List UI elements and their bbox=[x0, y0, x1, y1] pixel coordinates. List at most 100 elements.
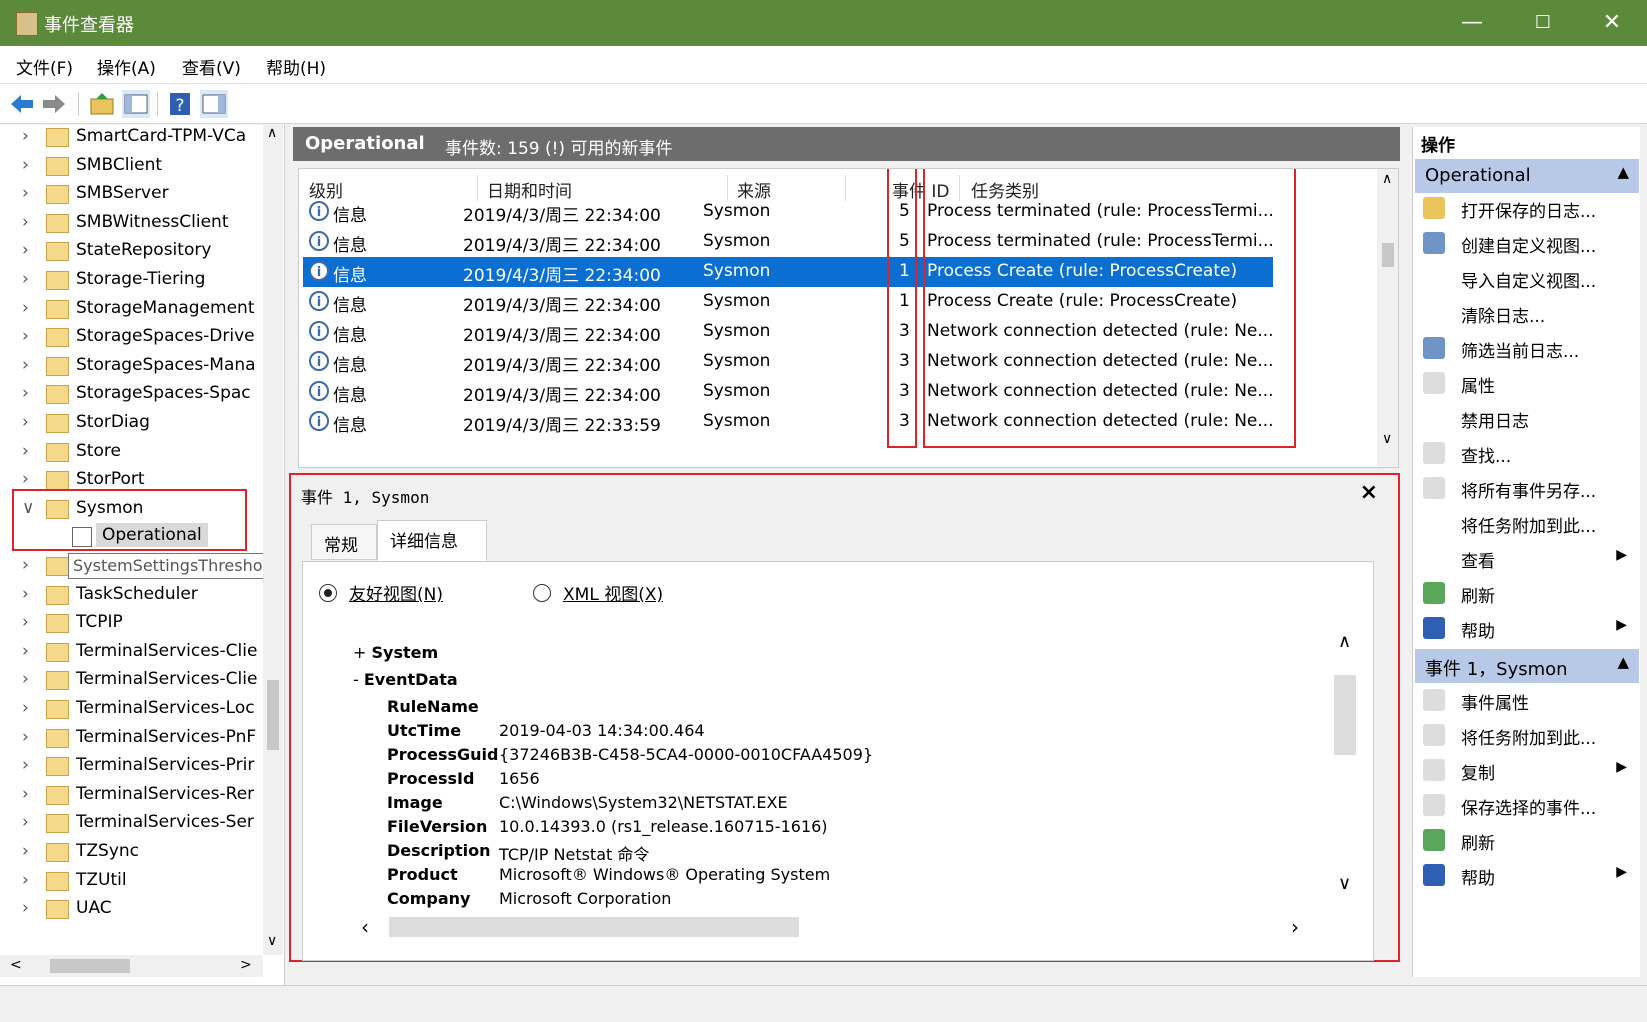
show-hide-console-tree-icon[interactable] bbox=[122, 90, 150, 118]
detail-horizontal-scrollbar[interactable]: ‹ › bbox=[337, 915, 1337, 939]
action-item[interactable]: 将任务附加到此... bbox=[1413, 718, 1639, 752]
tree-item[interactable]: › StorageSpaces-Drive bbox=[0, 323, 265, 353]
detail-hscroll-thumb[interactable] bbox=[389, 917, 799, 937]
action-item[interactable]: 导入自定义视图... bbox=[1413, 261, 1639, 295]
tree-item[interactable]: › TerminalServices-Loc bbox=[0, 695, 265, 725]
maximize-button[interactable]: ☐ bbox=[1508, 0, 1578, 46]
chevron-right-icon[interactable]: › bbox=[22, 784, 29, 804]
tree-item[interactable]: › Storage-Tiering bbox=[0, 266, 265, 296]
chevron-right-icon[interactable]: › bbox=[22, 326, 29, 346]
scroll-up-icon[interactable]: ∧ bbox=[1338, 631, 1351, 652]
tab-details[interactable]: 详细信息 bbox=[377, 520, 487, 561]
action-item[interactable]: 查找... bbox=[1413, 436, 1639, 470]
action-item[interactable]: 查看 ▶ bbox=[1413, 541, 1639, 575]
chevron-right-icon[interactable]: › bbox=[22, 441, 29, 461]
xml-view-label[interactable]: XML 视图(X) bbox=[563, 580, 663, 605]
help-icon[interactable]: ? bbox=[166, 90, 194, 118]
action-item[interactable]: 刷新 bbox=[1413, 576, 1639, 610]
menu-view[interactable]: 查看(V) bbox=[182, 54, 241, 79]
chevron-right-icon[interactable]: › bbox=[22, 584, 29, 604]
minimize-button[interactable]: — bbox=[1437, 0, 1507, 46]
chevron-right-icon[interactable]: › bbox=[22, 126, 29, 146]
action-item[interactable]: 帮助 ▶ bbox=[1413, 611, 1639, 645]
scroll-left-icon[interactable]: ‹ bbox=[361, 915, 369, 939]
actions-section-event[interactable]: 事件 1，Sysmon ▲ bbox=[1415, 649, 1639, 683]
folder-up-icon[interactable] bbox=[88, 90, 116, 118]
back-arrow-icon[interactable] bbox=[8, 90, 36, 118]
tree-item[interactable]: › SmartCard-TPM-VCa bbox=[0, 123, 265, 153]
chevron-right-icon[interactable]: › bbox=[22, 755, 29, 775]
scroll-up-icon[interactable]: ∧ bbox=[267, 125, 277, 141]
action-item[interactable]: 将所有事件另存... bbox=[1413, 471, 1639, 505]
tree-item[interactable]: › TerminalServices-Ser bbox=[0, 809, 265, 839]
action-item[interactable]: 事件属性 bbox=[1413, 683, 1639, 717]
tree-item[interactable]: › TZSync bbox=[0, 838, 265, 868]
friendly-view-radio[interactable] bbox=[319, 584, 337, 602]
scroll-right-icon[interactable]: > bbox=[240, 957, 252, 973]
menu-help[interactable]: 帮助(H) bbox=[266, 54, 326, 79]
chevron-right-icon[interactable]: › bbox=[22, 641, 29, 661]
action-item[interactable]: 禁用日志 bbox=[1413, 401, 1639, 435]
xml-view-radio[interactable] bbox=[533, 584, 551, 602]
collapse-icon[interactable]: ▲ bbox=[1617, 163, 1629, 181]
tree-item[interactable]: › TaskScheduler bbox=[0, 581, 265, 611]
action-item[interactable]: 属性 bbox=[1413, 366, 1639, 400]
tree-item[interactable]: › StorDiag bbox=[0, 409, 265, 439]
chevron-right-icon[interactable]: › bbox=[22, 412, 29, 432]
detail-vertical-scrollbar[interactable]: ∧ ∨ bbox=[1334, 627, 1358, 915]
system-node[interactable]: + System bbox=[353, 643, 438, 662]
action-item[interactable]: 复制 ▶ bbox=[1413, 753, 1639, 787]
menu-file[interactable]: 文件(F) bbox=[16, 54, 73, 79]
chevron-right-icon[interactable]: › bbox=[22, 212, 29, 232]
chevron-right-icon[interactable]: › bbox=[22, 612, 29, 632]
grid-scroll-thumb[interactable] bbox=[1382, 243, 1394, 267]
scroll-down-icon[interactable]: ∨ bbox=[1382, 431, 1392, 447]
friendly-view-label[interactable]: 友好视图(N) bbox=[349, 580, 443, 605]
tree-item[interactable]: › StorageSpaces-Mana bbox=[0, 352, 265, 382]
scroll-down-icon[interactable]: ∨ bbox=[267, 933, 277, 949]
tree-item[interactable]: › TZUtil bbox=[0, 867, 265, 897]
action-item[interactable]: 刷新 bbox=[1413, 823, 1639, 857]
close-button[interactable]: ✕ bbox=[1577, 0, 1647, 46]
menu-action[interactable]: 操作(A) bbox=[97, 54, 156, 79]
tree-item[interactable]: › TerminalServices-Clie bbox=[0, 666, 265, 696]
chevron-right-icon[interactable]: › bbox=[22, 240, 29, 260]
scroll-left-icon[interactable]: < bbox=[10, 957, 22, 973]
tree-item[interactable]: › StorageSpaces-Spac bbox=[0, 380, 265, 410]
scroll-up-icon[interactable]: ∧ bbox=[1382, 171, 1392, 187]
action-item[interactable]: 打开保存的日志... bbox=[1413, 191, 1639, 225]
show-hide-action-pane-icon[interactable] bbox=[200, 90, 228, 118]
grid-vertical-scrollbar[interactable]: ∧ ∨ bbox=[1377, 169, 1398, 467]
tree-horizontal-scrollbar[interactable]: < > bbox=[0, 955, 263, 977]
chevron-right-icon[interactable]: › bbox=[22, 155, 29, 175]
forward-arrow-icon[interactable] bbox=[40, 90, 68, 118]
tree-item[interactable]: › Store bbox=[0, 438, 265, 468]
scroll-down-icon[interactable]: ∨ bbox=[1338, 873, 1351, 894]
chevron-right-icon[interactable]: › bbox=[22, 812, 29, 832]
tree-item[interactable]: › TCPIP bbox=[0, 609, 265, 639]
chevron-right-icon[interactable]: › bbox=[22, 841, 29, 861]
tree-hscroll-thumb[interactable] bbox=[50, 959, 130, 973]
tree-item[interactable]: › SMBClient bbox=[0, 152, 265, 182]
chevron-right-icon[interactable]: › bbox=[22, 355, 29, 375]
tree-scroll-thumb[interactable] bbox=[267, 680, 279, 750]
actions-section-operational[interactable]: Operational ▲ bbox=[1415, 159, 1639, 193]
tree-item[interactable]: › TerminalServices-Clie bbox=[0, 638, 265, 668]
detail-close-icon[interactable]: × bbox=[1360, 480, 1378, 505]
tree-item[interactable]: › SMBWitnessClient bbox=[0, 209, 265, 239]
tree-vertical-scrollbar[interactable]: ∧ ∨ bbox=[263, 125, 283, 955]
action-item[interactable]: 保存选择的事件... bbox=[1413, 788, 1639, 822]
tree-item[interactable]: › TerminalServices-Prir bbox=[0, 752, 265, 782]
action-item[interactable]: 将任务附加到此... bbox=[1413, 506, 1639, 540]
collapse-icon[interactable]: ▲ bbox=[1617, 653, 1629, 671]
chevron-right-icon[interactable]: › bbox=[22, 183, 29, 203]
action-item[interactable]: 清除日志... bbox=[1413, 296, 1639, 330]
chevron-right-icon[interactable]: › bbox=[22, 727, 29, 747]
chevron-right-icon[interactable]: › bbox=[22, 698, 29, 718]
eventdata-node[interactable]: - EventData bbox=[353, 670, 458, 689]
chevron-right-icon[interactable]: › bbox=[22, 469, 29, 489]
action-item[interactable]: 筛选当前日志... bbox=[1413, 331, 1639, 365]
scroll-right-icon[interactable]: › bbox=[1291, 915, 1299, 939]
chevron-right-icon[interactable]: › bbox=[22, 669, 29, 689]
chevron-right-icon[interactable]: › bbox=[22, 383, 29, 403]
